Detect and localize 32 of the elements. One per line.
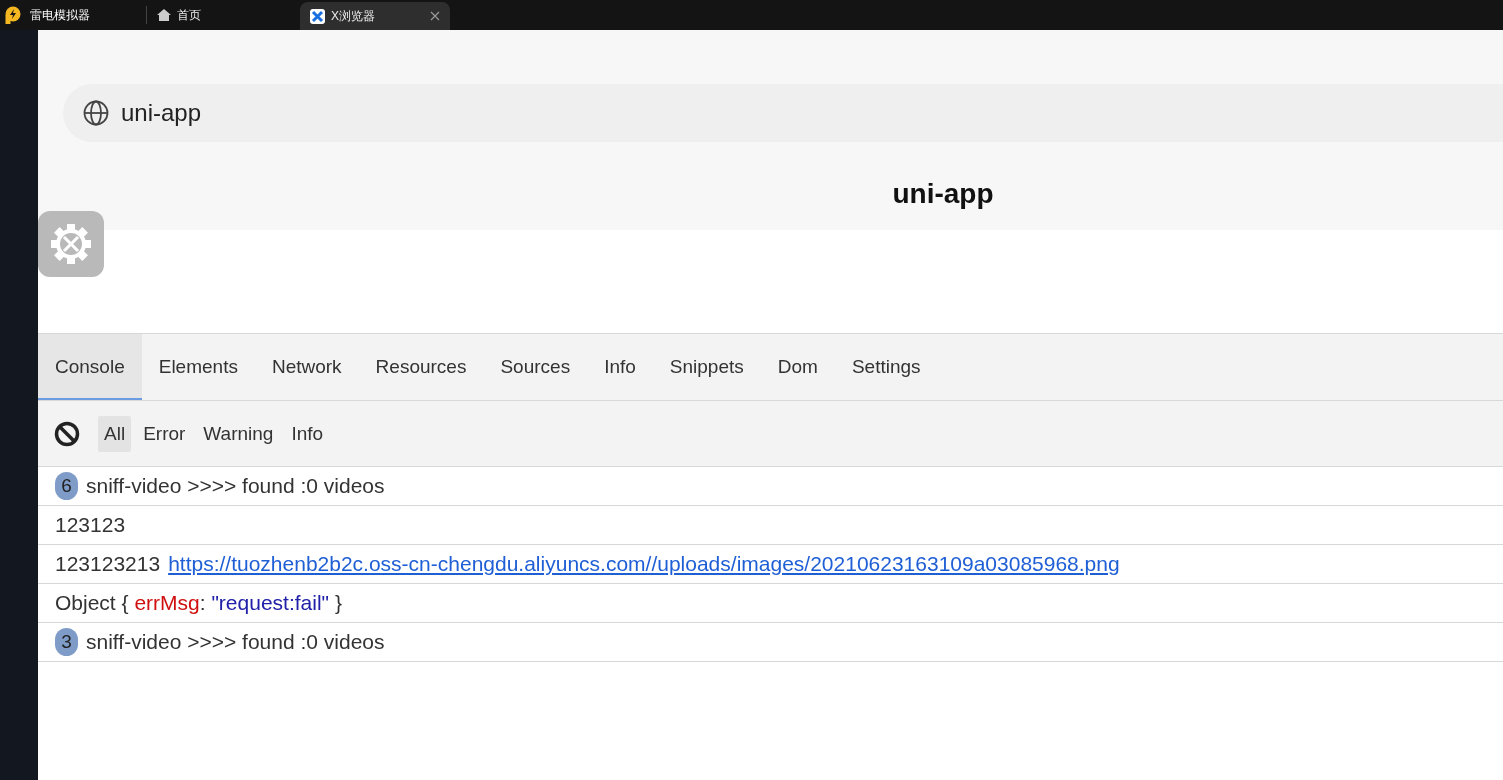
log-filter-tab[interactable]: Error [137,415,192,452]
address-field[interactable]: uni-app [121,99,202,127]
titlebar-tab[interactable]: X浏览器 [300,2,450,30]
app-title: 雷电模拟器 [30,6,90,24]
log-message: 123123213 [55,552,161,576]
log-link[interactable]: https://tuozhenb2b2c.oss-cn-chengdu.aliyuncs.com//uploads/images/20210623163109a03085968.png [168,552,1120,576]
devtools-tab[interactable]: Info [587,334,653,400]
titlebar-tab[interactable]: 首页 [147,0,292,30]
log-filter-tab[interactable]: All [98,415,132,452]
clear-console-icon[interactable] [54,420,80,447]
app-logo-icon [4,6,22,24]
devtools-tab[interactable]: Resources [358,334,484,400]
log-message: sniff-video >>>> found :0 videos [86,630,385,654]
devtools-tab[interactable]: Settings [834,334,938,400]
log-object: Object { errMsg: "request:fail" } [55,591,342,615]
devtools-tab[interactable]: Elements [141,334,255,400]
devtools-tab[interactable]: Dom [760,334,835,400]
settings-icon [49,222,93,266]
globe-icon [83,100,109,126]
log-filter-tab[interactable]: Info [285,415,330,452]
devtools-tab[interactable]: Network [254,334,359,400]
repeat-count-badge: 3 [55,628,78,656]
home-icon [157,9,171,21]
log-filter-tab[interactable]: Warning [197,415,280,452]
devtools-tab[interactable]: Console [38,334,142,400]
browser-logo-icon [310,8,325,24]
log-message: 123123 [55,513,126,537]
page-title: uni-app [892,178,994,210]
devtools-tab[interactable]: Sources [483,334,588,400]
repeat-count-badge: 6 [55,472,78,500]
devtools-tab[interactable]: Snippets [652,334,761,400]
log-message: sniff-video >>>> found :0 videos [86,474,385,498]
